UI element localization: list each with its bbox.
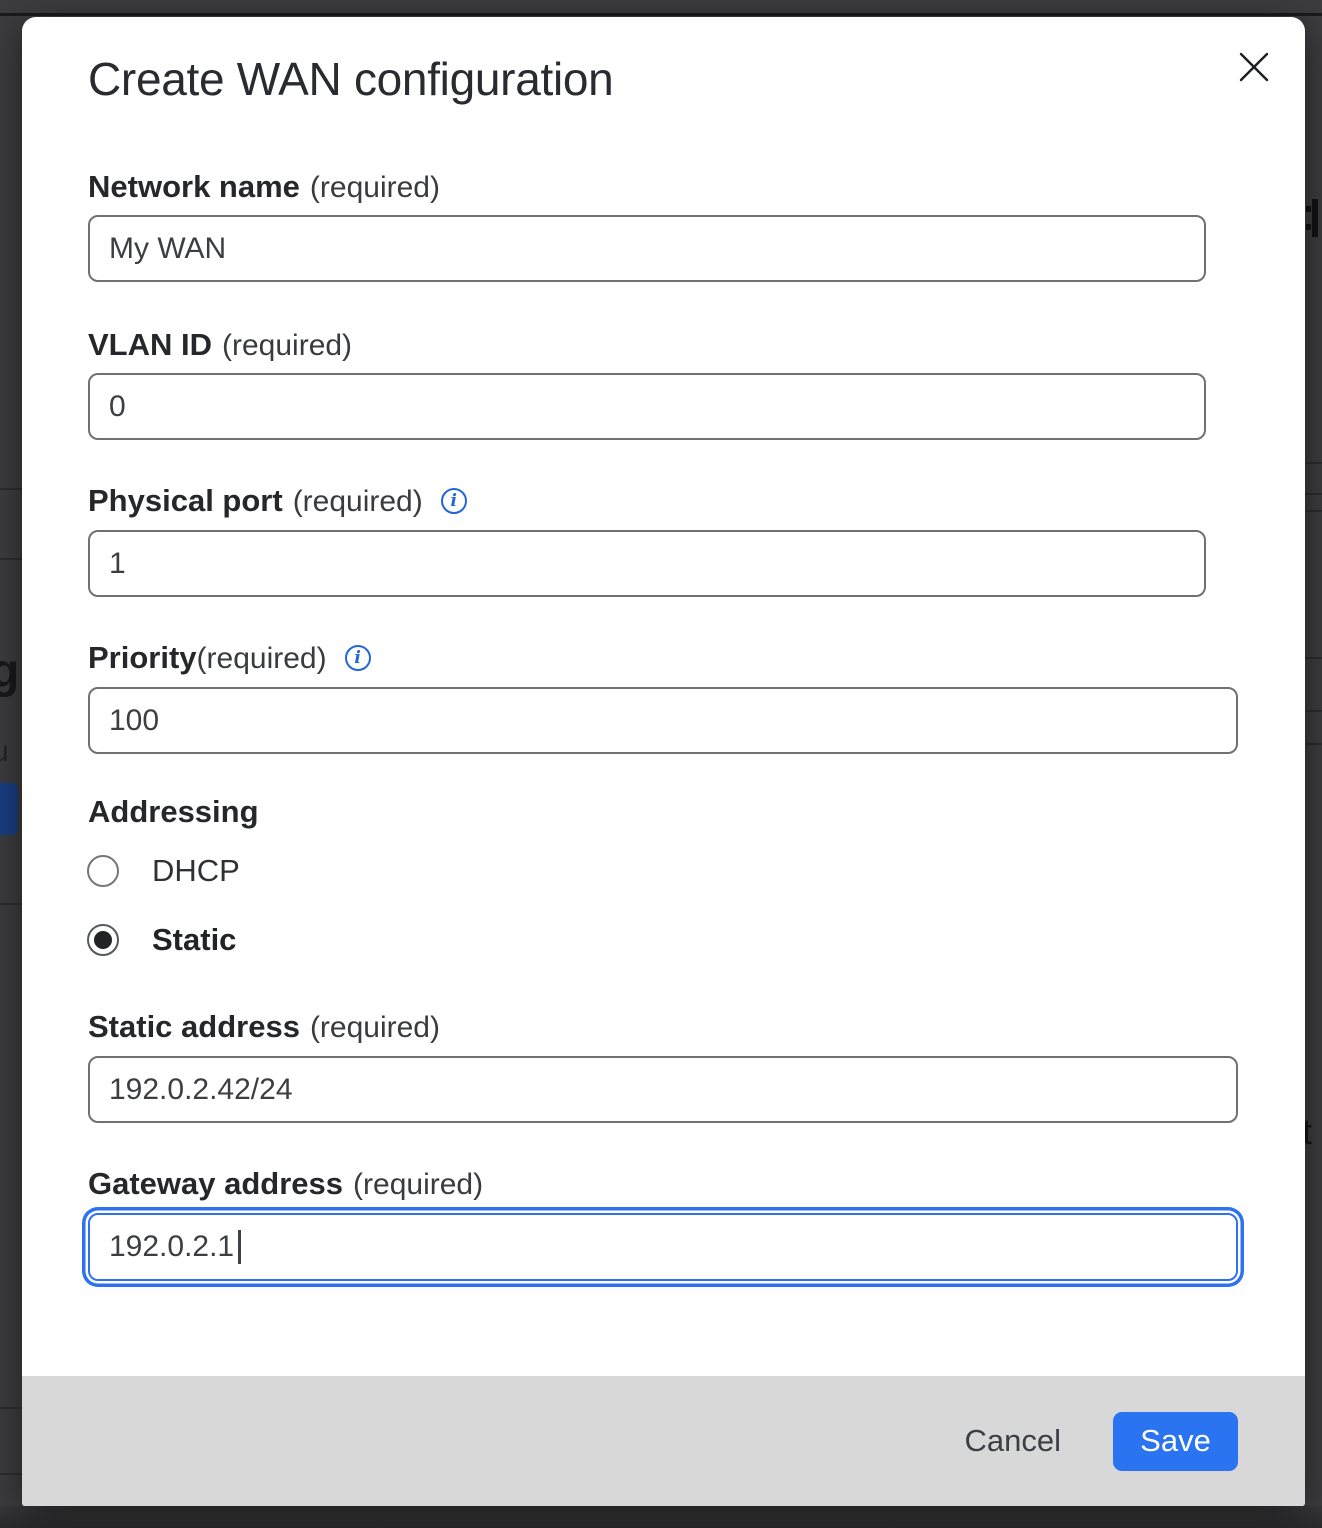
cancel-button[interactable]: Cancel [963,1417,1064,1465]
bg-text-fragment [1306,224,1311,230]
bg-row-line [1305,657,1322,659]
bg-row-line [0,558,22,560]
static-address-label: Static address (required) [88,1010,440,1044]
bg-divider [0,13,1322,16]
radio-selected-icon[interactable] [87,924,119,956]
label-text: Priority [88,641,197,675]
gateway-address-field [88,1213,1238,1281]
bg-button-fragment [0,783,18,835]
required-hint: (required) [293,485,423,518]
dialog-title: Create WAN configuration [88,53,613,106]
dhcp-radio-option[interactable]: DHCP [87,854,240,888]
label-text: Network name [88,170,300,204]
info-icon[interactable]: i [345,645,371,671]
network-name-label: Network name (required) [88,170,440,204]
bg-row-line [1305,743,1322,745]
required-hint: (required) [353,1168,483,1201]
bg-row-line [0,488,22,490]
vlan-id-label: VLAN ID (required) [88,328,352,362]
bg-row-line [1305,462,1322,464]
text-cursor [238,1230,241,1264]
bg-row-line [1305,510,1322,512]
vlan-id-input[interactable] [88,373,1206,440]
bg-text-fragment: g [0,646,19,699]
bg-text-fragment [1306,206,1311,212]
physical-port-input[interactable] [88,530,1206,597]
gateway-address-input[interactable] [88,1213,1238,1281]
label-text: VLAN ID [88,328,212,362]
required-hint: (required) [222,329,352,362]
physical-port-label: Physical port (required) i [88,484,467,518]
label-text: Static address [88,1010,300,1044]
label-text: Physical port [88,484,283,518]
bg-row-line [0,1473,22,1475]
gateway-address-label: Gateway address (required) [88,1167,483,1201]
static-radio-option[interactable]: Static [87,923,236,957]
info-icon[interactable]: i [441,488,467,514]
network-name-input[interactable] [88,215,1206,282]
priority-label: Priority (required) i [88,641,371,675]
radio-unselected-icon[interactable] [87,855,119,887]
required-hint: (required) [310,1011,440,1044]
create-wan-dialog: Create WAN configuration Network name (r… [22,17,1305,1506]
info-icon-glyph: i [451,493,457,510]
dhcp-radio-label: DHCP [152,854,240,888]
required-hint: (required) [310,171,440,204]
info-icon-glyph: i [354,650,360,667]
bg-text-fragment [1312,199,1318,237]
addressing-heading: Addressing [88,795,259,829]
required-hint: (required) [197,642,327,675]
bg-row-line [1305,710,1322,712]
bg-text-fragment: u [0,735,9,768]
static-address-input[interactable] [88,1056,1238,1123]
bg-row-line [0,903,22,905]
bg-row-line [0,1407,22,1409]
close-icon[interactable] [1238,51,1270,83]
static-radio-label: Static [152,923,236,957]
priority-input[interactable] [88,687,1238,754]
label-text: Gateway address [88,1167,343,1201]
save-button[interactable]: Save [1113,1412,1238,1471]
bg-bottom-strip [0,1506,1322,1528]
bg-row-line [1305,493,1322,495]
dialog-footer: Cancel Save [22,1376,1305,1506]
